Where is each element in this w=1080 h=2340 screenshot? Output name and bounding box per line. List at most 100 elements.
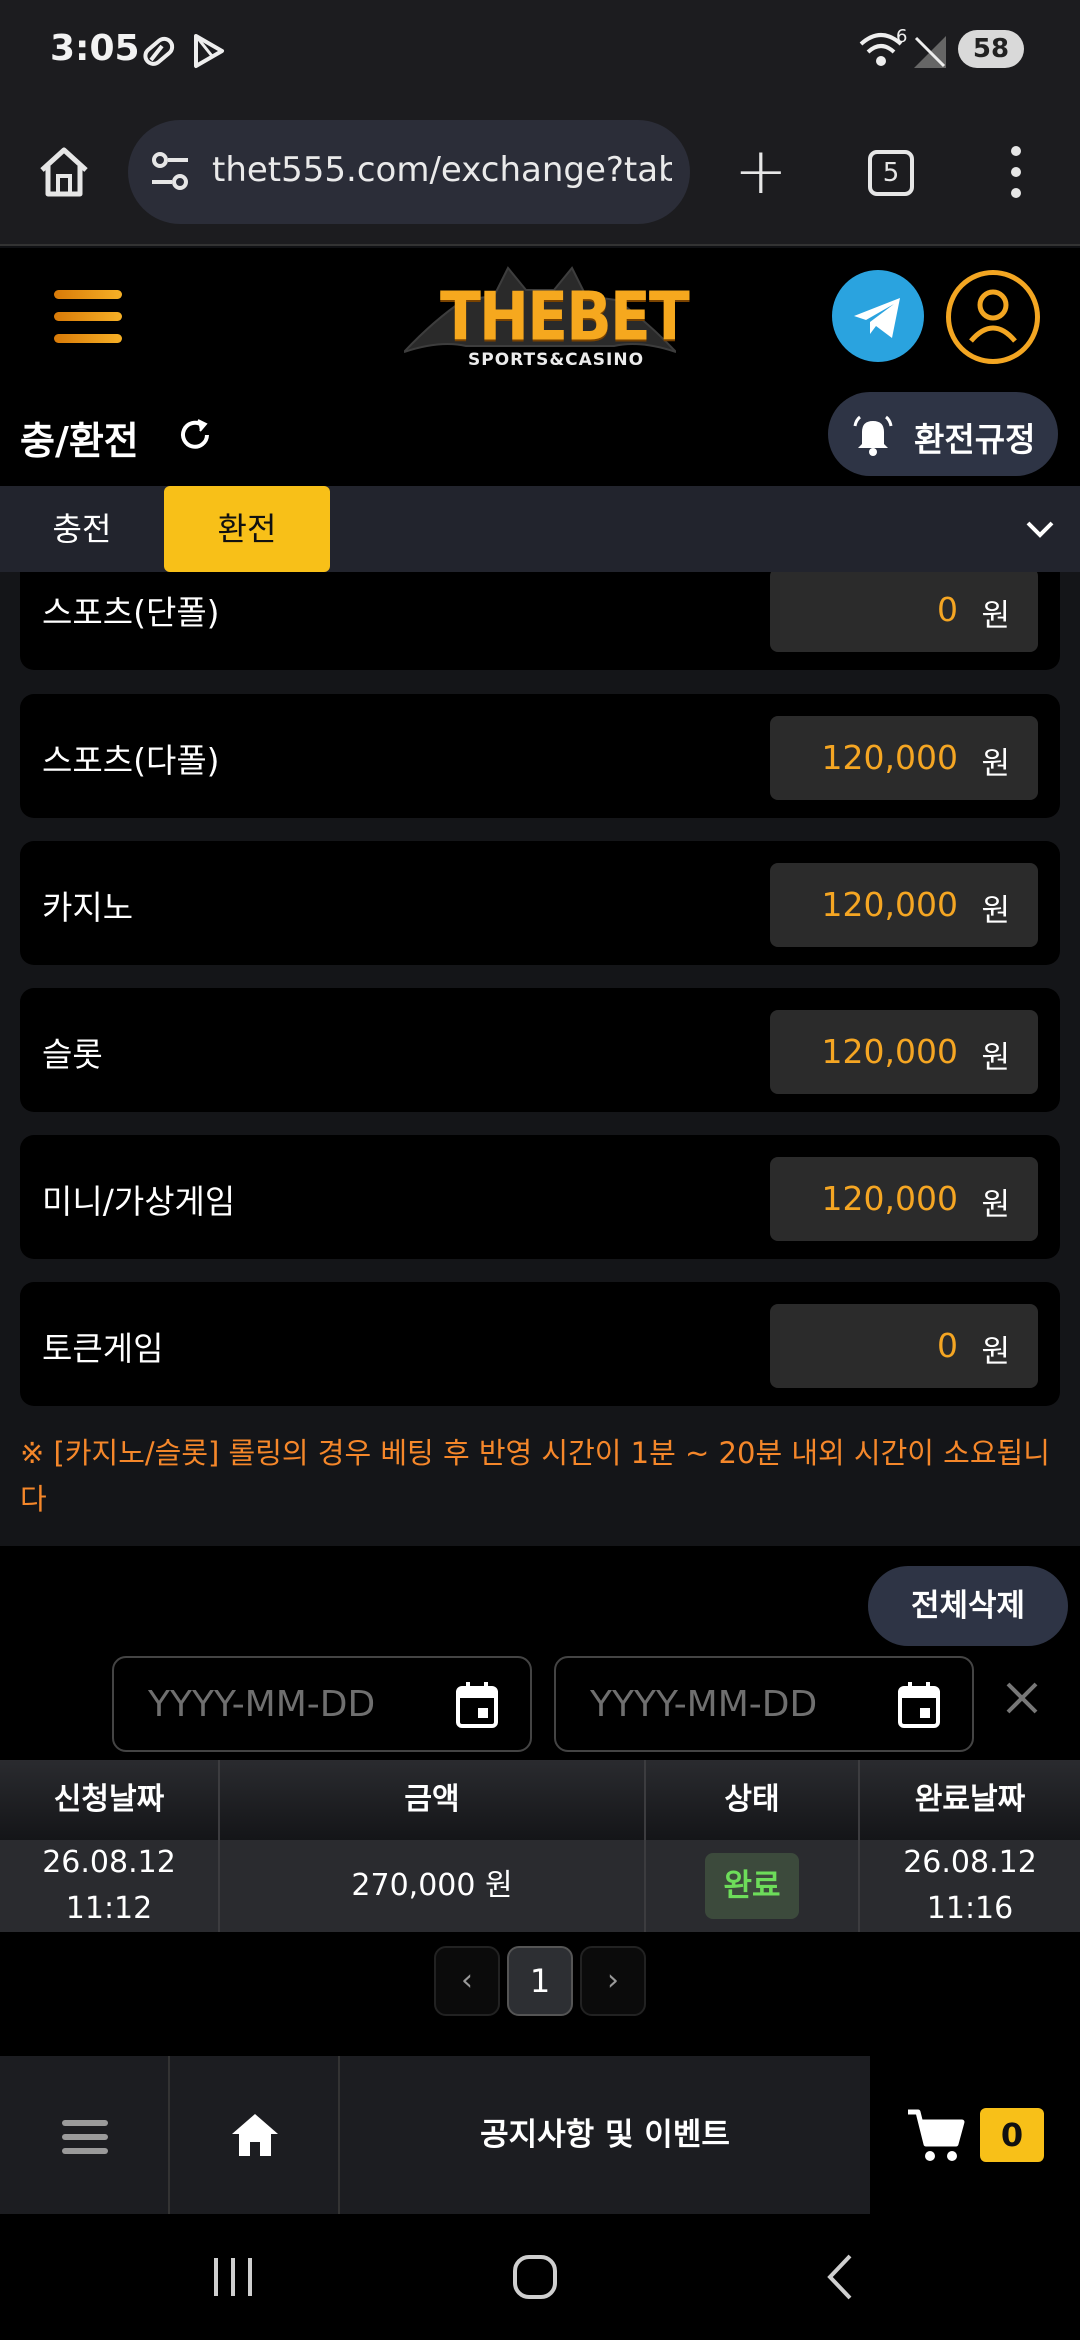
site-settings-icon[interactable] <box>148 150 192 194</box>
start-date-placeholder: YYYY-MM-DD <box>148 1684 376 1725</box>
cart-count-badge: 0 <box>980 2108 1044 2162</box>
tab-deposit[interactable]: 충전 <box>0 486 164 572</box>
balance-row: 미니/가상게임 120,000 원 <box>20 1135 1060 1259</box>
status-bar: 3:05 6 58 <box>0 0 1080 100</box>
cart-icon <box>908 2109 965 2161</box>
balance-unit: 원 <box>981 1040 1010 1076</box>
rolling-notice: ※ [카지노/슬롯] 롤링의 경우 베팅 후 반영 시간이 1분 ~ 20분 내… <box>20 1436 1050 1516</box>
calendar-icon[interactable] <box>896 1680 942 1730</box>
page-1-button[interactable]: 1 <box>507 1946 573 2016</box>
request-datetime: 26.08.12 11:12 <box>0 1840 220 1932</box>
col-status: 상태 <box>646 1760 860 1840</box>
browser-toolbar: thet555.com/exchange?tab=1 + 5 <box>0 100 1080 246</box>
menu-icon[interactable] <box>54 290 122 356</box>
calendar-icon[interactable] <box>454 1680 500 1730</box>
telegram-icon <box>854 298 900 338</box>
balance-value-box: 0 원 <box>770 572 1038 652</box>
balance-value-box: 120,000 원 <box>770 863 1038 947</box>
recent-apps-icon[interactable] <box>208 2254 258 2300</box>
status-time: 3:05 <box>50 28 140 69</box>
balance-name: 스포츠(다폴) <box>42 741 220 780</box>
clear-date-icon[interactable] <box>1000 1676 1044 1720</box>
play-store-icon <box>194 34 224 68</box>
balance-value: 0 <box>937 1326 958 1365</box>
delete-all-button[interactable]: 전체삭제 <box>868 1566 1068 1646</box>
pill-icon <box>143 36 175 66</box>
balance-value-box: 120,000 원 <box>770 1010 1038 1094</box>
new-tab-button[interactable]: + <box>734 140 788 204</box>
balance-value-box: 120,000 원 <box>770 716 1038 800</box>
balance-row: 토큰게임 0 원 <box>20 1282 1060 1406</box>
balance-value: 120,000 <box>821 738 958 777</box>
bet-slip-button[interactable]: 0 <box>870 2056 1080 2214</box>
wifi-badge: 6 <box>896 26 908 47</box>
site-logo[interactable]: THEBET SPORTS&CASINO <box>404 260 690 380</box>
balance-row: 스포츠(다폴) 120,000 원 <box>20 694 1060 818</box>
balance-unit: 원 <box>981 1334 1010 1370</box>
bottom-home-button[interactable] <box>170 2056 340 2214</box>
table-row: 26.08.12 11:12 270,000 원 완료 26.08.12 11:16 <box>0 1840 1080 1932</box>
balance-row: 슬롯 120,000 원 <box>20 988 1060 1112</box>
balance-unit: 원 <box>981 746 1010 782</box>
battery-indicator: 58 <box>958 30 1024 68</box>
end-date-placeholder: YYYY-MM-DD <box>590 1684 818 1725</box>
chevron-down-icon[interactable] <box>1022 514 1058 544</box>
menu-icon <box>62 2120 108 2126</box>
prev-page-button[interactable]: ‹ <box>434 1946 500 2016</box>
exchange-history: 전체삭제 YYYY-MM-DD YYYY-MM-DD 신청날짜 금액 상태 완료… <box>0 1546 1080 2056</box>
status-badge: 완료 <box>705 1853 799 1919</box>
no-signal-icon <box>914 36 946 68</box>
balance-value-box: 120,000 원 <box>770 1157 1038 1241</box>
balance-value: 120,000 <box>821 1032 958 1071</box>
balance-value: 0 <box>937 590 958 629</box>
page-title: 충/환전 <box>20 419 139 463</box>
complete-datetime: 26.08.12 11:16 <box>860 1840 1080 1932</box>
tab-withdraw[interactable]: 환전 <box>164 486 330 572</box>
tab-bar: 충전 환전 <box>0 486 1080 572</box>
history-table-header: 신청날짜 금액 상태 완료날짜 <box>0 1760 1080 1840</box>
user-account-button[interactable] <box>946 270 1040 364</box>
site-header: THEBET SPORTS&CASINO <box>0 248 1080 388</box>
balance-unit: 원 <box>981 1187 1010 1223</box>
bottom-nav: 공지사항 및 이벤트 0 <box>0 2056 1080 2214</box>
home-icon <box>232 2114 278 2156</box>
refresh-icon[interactable] <box>174 414 216 456</box>
next-page-button[interactable]: › <box>580 1946 646 2016</box>
balance-name: 미니/가상게임 <box>42 1182 236 1221</box>
home-icon[interactable] <box>36 144 92 200</box>
bell-icon <box>853 415 893 456</box>
telegram-button[interactable] <box>832 270 924 362</box>
balance-name: 카지노 <box>42 888 134 927</box>
more-menu-icon[interactable] <box>1006 146 1026 202</box>
logo-sub-text: SPORTS&CASINO <box>468 350 645 370</box>
amount: 270,000 원 <box>220 1840 646 1932</box>
col-amount: 금액 <box>220 1760 646 1840</box>
exchange-rules-button[interactable]: 환전규정 <box>828 392 1058 476</box>
col-complete-date: 완료날짜 <box>914 1782 1026 1817</box>
end-date-input[interactable]: YYYY-MM-DD <box>554 1656 974 1752</box>
request-time: 11:12 <box>65 1891 153 1926</box>
status-cell: 완료 <box>646 1840 860 1932</box>
back-icon[interactable] <box>820 2252 860 2302</box>
request-date: 26.08.12 <box>42 1845 176 1880</box>
user-icon <box>969 289 1017 343</box>
balance-unit: 원 <box>981 598 1010 634</box>
home-button-icon[interactable] <box>510 2252 560 2302</box>
exchange-rules-label: 환전규정 <box>914 420 1036 459</box>
notice-events-button[interactable]: 공지사항 및 이벤트 <box>340 2056 870 2214</box>
balance-value: 120,000 <box>821 1179 958 1218</box>
balance-name: 토큰게임 <box>42 1329 164 1368</box>
address-bar[interactable]: thet555.com/exchange?tab=1 <box>128 120 690 224</box>
balance-list: 스포츠(단폴) 0 원 스포츠(다폴) 120,000 원 카지노 120,00… <box>0 572 1080 1546</box>
logo-main-text: THEBET <box>440 277 690 357</box>
start-date-input[interactable]: YYYY-MM-DD <box>112 1656 532 1752</box>
complete-time: 11:16 <box>926 1891 1014 1926</box>
tab-switcher-button[interactable]: 5 <box>868 150 914 196</box>
bottom-menu-button[interactable] <box>0 2056 170 2214</box>
balance-name: 슬롯 <box>42 1035 103 1074</box>
col-request-date: 신청날짜 <box>0 1760 220 1840</box>
balance-value: 120,000 <box>821 885 958 924</box>
balance-value-box: 0 원 <box>770 1304 1038 1388</box>
balance-row: 카지노 120,000 원 <box>20 841 1060 965</box>
complete-date: 26.08.12 <box>903 1845 1037 1880</box>
